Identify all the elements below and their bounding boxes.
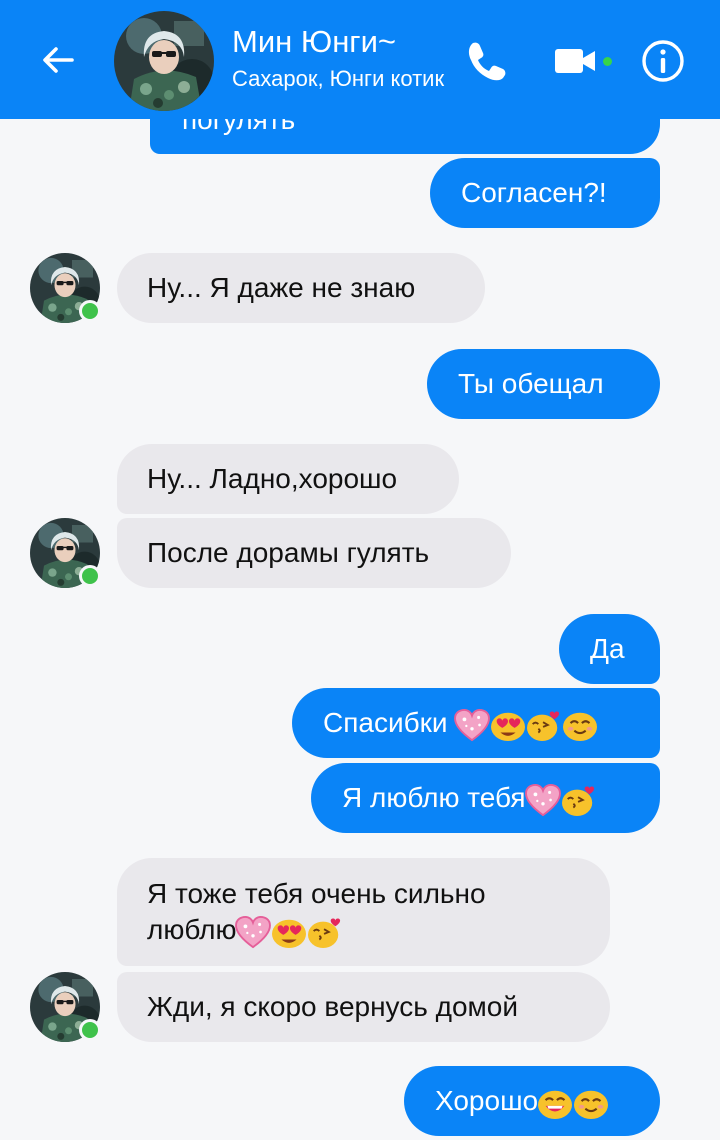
grinning-face-icon [536, 1086, 574, 1120]
message-bubble-sent[interactable]: Спасибки [292, 688, 660, 758]
heart-eyes-icon [270, 915, 308, 949]
kissing-heart-icon [525, 708, 563, 742]
message-text-line: Я тоже тебя очень сильно [147, 878, 486, 909]
message-text: После дорамы гулять [147, 537, 430, 568]
message-text: Хорошо [435, 1085, 539, 1116]
kissing-heart-icon [560, 783, 598, 817]
message-bubble-received[interactable]: Жди, я скоро вернусь домой [117, 972, 610, 1042]
message-bubble-sent[interactable]: Хорошо [404, 1066, 660, 1136]
message-bubble-received[interactable]: Ну... Я даже не знаю [117, 253, 485, 323]
kissing-heart-icon [306, 915, 344, 949]
message-text: Ну... Ладно,хорошо [147, 463, 398, 494]
info-icon[interactable] [641, 39, 685, 83]
message-text: Ну... Я даже не знаю [147, 272, 416, 303]
message-bubble-received[interactable]: После дорамы гулять [117, 518, 511, 588]
online-status-dot [79, 1019, 101, 1041]
heart-eyes-icon [489, 708, 527, 742]
conversation-header: Мин Юнги~ Сахарок, Юнги котик [0, 0, 720, 119]
message-bubble-received[interactable]: Ну... Ладно,хорошо [117, 444, 459, 514]
online-status-dot [79, 300, 101, 322]
message-text-line: люблю [147, 914, 237, 945]
contact-nicknames: Сахарок, Юнги котик [232, 66, 445, 91]
contact-name[interactable]: Мин Юнги~ [232, 24, 396, 60]
back-arrow-icon[interactable] [38, 40, 78, 80]
message-text: Я люблю тебя [342, 782, 526, 813]
message-bubble-received[interactable]: Я тоже тебя очень сильно люблю [117, 858, 610, 966]
message-bubble-sent[interactable]: Да [559, 614, 660, 684]
online-status-dot [79, 565, 101, 587]
message-text: Да [590, 633, 625, 664]
phone-icon[interactable] [464, 38, 510, 84]
sparkling-heart-icon [524, 783, 562, 817]
message-text: Согласен?! [461, 177, 607, 208]
message-text: Ты обещал [458, 368, 604, 399]
contact-avatar[interactable] [114, 11, 214, 111]
message-text: Спасибки [323, 707, 448, 738]
video-camera-icon[interactable] [553, 44, 597, 78]
active-status-dot [603, 57, 612, 66]
message-bubble-sent[interactable]: Я люблю тебя [311, 763, 660, 833]
message-bubble-sent[interactable]: Согласен?! [430, 158, 660, 228]
sparkling-heart-icon [234, 915, 272, 949]
message-bubble-sent[interactable]: Ты обещал [427, 349, 660, 419]
message-text: Жди, я скоро вернусь домой [147, 991, 518, 1022]
sparkling-heart-icon [453, 708, 491, 742]
smiling-face-icon [572, 1086, 610, 1120]
smiling-face-icon [561, 708, 599, 742]
